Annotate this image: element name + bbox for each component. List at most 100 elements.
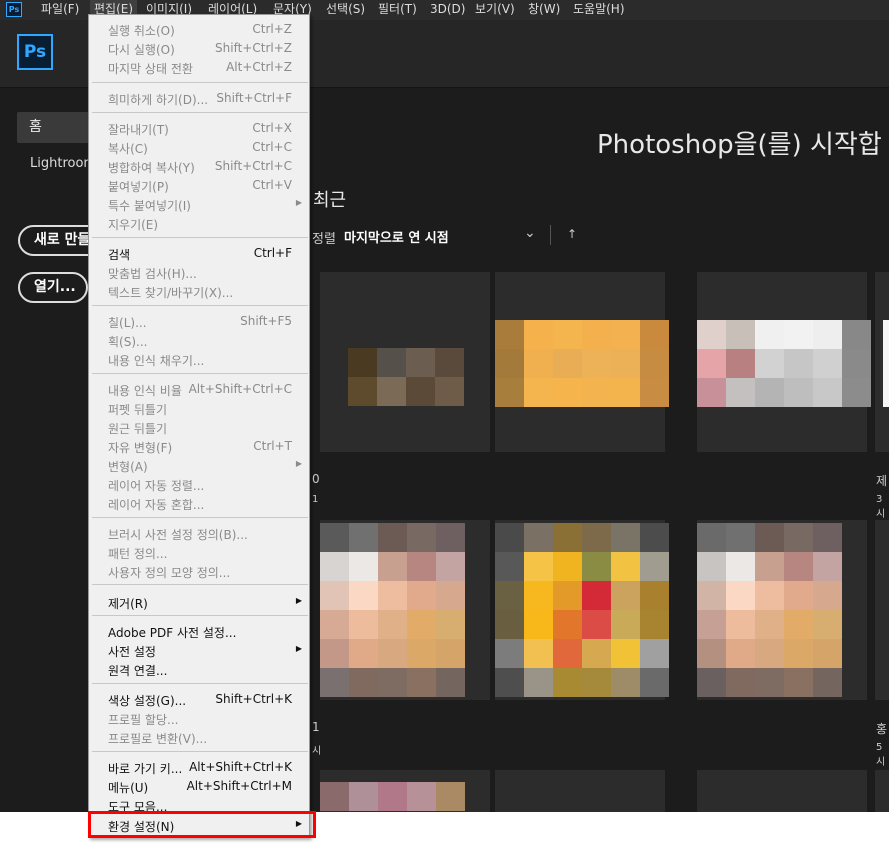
menu-item-label: 칠(L)... <box>108 316 147 330</box>
menu-item[interactable]: 붙여넣기(P) Ctrl+V <box>89 176 309 195</box>
photoshop-logo-icon: Ps <box>17 34 53 70</box>
menu-filter[interactable]: 필터(T) <box>378 0 417 20</box>
menu-item[interactable]: 브러시 사전 설정 정의(B)... <box>89 524 309 543</box>
divider <box>550 225 551 245</box>
menu-item[interactable]: 퍼펫 뒤틀기 <box>89 399 309 418</box>
menu-select[interactable]: 선택(S) <box>326 0 365 20</box>
menu-item-label: 내용 인식 채우기... <box>108 354 205 368</box>
open-file-button[interactable]: 열기... <box>18 272 88 303</box>
menu-item[interactable]: 레이어 자동 혼합... <box>89 494 309 513</box>
menu-item-label: 특수 붙여넣기(I) <box>108 199 191 213</box>
menu-item-label: 프로필 할당... <box>108 713 179 727</box>
recent-file-thumbnail[interactable] <box>495 272 669 452</box>
menu-item[interactable]: 레이어 자동 정렬... <box>89 475 309 494</box>
menu-item-shortcut: Alt+Shift+Ctrl+K <box>189 760 292 774</box>
file-name-label: 홍 <box>876 722 888 736</box>
menu-item-label: 패턴 정의... <box>108 547 168 561</box>
menu-item-label: 자유 변형(F) <box>108 441 173 455</box>
menu-item-label: 사용자 정의 모양 정의... <box>108 566 231 580</box>
menu-item[interactable]: 프로필로 변환(V)... <box>89 728 309 747</box>
menu-item-label: 마지막 상태 전환 <box>108 62 193 76</box>
recent-section-title: 최근 <box>313 190 347 211</box>
sort-dropdown[interactable]: 마지막으로 연 시점 <box>344 227 449 246</box>
menu-item-label: 텍스트 찾기/바꾸기(X)... <box>108 286 234 300</box>
recent-file-thumbnail[interactable] <box>697 770 867 812</box>
menu-item[interactable]: 내용 인식 비율 Alt+Shift+Ctrl+C <box>89 380 309 399</box>
menu-item[interactable]: 원격 연결... <box>89 660 309 679</box>
menu-item[interactable]: 칠(L)... Shift+F5 <box>89 312 309 331</box>
sidebar-item-lightroom[interactable]: Lightroom <box>30 156 96 171</box>
menu-item-label: 원격 연결... <box>108 664 168 678</box>
menu-item-shortcut: Shift+Ctrl+C <box>214 159 292 173</box>
menu-item[interactable]: 마지막 상태 전환 Alt+Ctrl+Z <box>89 58 309 77</box>
menu-item[interactable]: 잘라내기(T) Ctrl+X <box>89 119 309 138</box>
menu-item-label: Adobe PDF 사전 설정... <box>108 626 237 640</box>
menu-item-shortcut: Ctrl+V <box>252 178 292 192</box>
menu-item[interactable]: 병합하여 복사(Y) Shift+Ctrl+C <box>89 157 309 176</box>
menu-item-label: 내용 인식 비율 <box>108 384 182 398</box>
menu-3d[interactable]: 3D(D) <box>430 0 465 20</box>
menu-item[interactable]: 메뉴(U) Alt+Shift+Ctrl+M <box>89 777 309 796</box>
recent-file-thumbnail[interactable] <box>320 770 490 812</box>
menu-item[interactable]: 색상 설정(G)... Shift+Ctrl+K <box>89 690 309 709</box>
menu-item-shortcut: Ctrl+C <box>252 140 292 154</box>
menu-item-shortcut: Ctrl+T <box>253 439 292 453</box>
menu-item[interactable]: 맞춤법 검사(H)... <box>89 263 309 282</box>
menu-item-label: 바로 가기 키... <box>108 762 183 776</box>
recent-file-thumbnail[interactable] <box>495 520 669 700</box>
menu-item[interactable]: 자유 변형(F) Ctrl+T <box>89 437 309 456</box>
recent-file-thumbnail[interactable] <box>697 272 871 452</box>
menu-item[interactable]: 검색 Ctrl+F <box>89 244 309 263</box>
menu-item[interactable]: 사전 설정 ▶ <box>89 641 309 660</box>
menu-item-label: 레이어 자동 혼합... <box>108 498 205 512</box>
menu-view[interactable]: 보기(V) <box>475 0 515 20</box>
menu-item[interactable]: 제거(R) ▶ <box>89 593 309 612</box>
sidebar-item-home[interactable]: 홈 <box>17 112 97 143</box>
menu-item[interactable]: 사용자 정의 모양 정의... <box>89 562 309 581</box>
menu-separator <box>92 237 308 238</box>
menu-item-shortcut: Ctrl+Z <box>252 22 292 36</box>
recent-file-thumbnail[interactable] <box>320 520 490 700</box>
menu-item-shortcut: Shift+Ctrl+F <box>216 91 292 105</box>
recent-file-thumbnail[interactable] <box>697 520 867 700</box>
recent-file-thumbnail[interactable] <box>875 272 889 452</box>
recent-file-thumbnail[interactable] <box>320 272 490 452</box>
recent-file-thumbnail[interactable] <box>875 770 889 812</box>
edit-menu-dropdown: 실행 취소(O) Ctrl+Z 다시 실행(O) Shift+Ctrl+Z 마지막 상태… <box>88 14 310 838</box>
menu-item-label: 맞춤법 검사(H)... <box>108 267 197 281</box>
menu-item[interactable]: 다시 실행(O) Shift+Ctrl+Z <box>89 39 309 58</box>
menu-item-label: 병합하여 복사(Y) <box>108 161 195 175</box>
sort-direction-arrow-icon[interactable]: ↑ <box>567 227 577 241</box>
menu-item-label: 메뉴(U) <box>108 781 149 795</box>
menu-separator <box>92 373 308 374</box>
file-name-label: 제 <box>876 474 888 488</box>
menu-item[interactable]: 복사(C) Ctrl+C <box>89 138 309 157</box>
menu-item[interactable]: Adobe PDF 사전 설정... <box>89 622 309 641</box>
menu-item[interactable]: 실행 취소(O) Ctrl+Z <box>89 20 309 39</box>
menu-item[interactable]: 희미하게 하기(D)... Shift+Ctrl+F <box>89 89 309 108</box>
menu-item[interactable]: 내용 인식 채우기... <box>89 350 309 369</box>
photoshop-app-icon: Ps <box>6 2 22 17</box>
recent-file-thumbnail[interactable] <box>495 770 665 812</box>
menu-item[interactable]: 프로필 할당... <box>89 709 309 728</box>
menu-item[interactable]: 텍스트 찾기/바꾸기(X)... <box>89 282 309 301</box>
menu-item[interactable]: 지우기(E) <box>89 214 309 233</box>
menu-item[interactable]: 원근 뒤틀기 <box>89 418 309 437</box>
menu-item-label: 사전 설정 <box>108 645 156 659</box>
menu-item-label: 획(S)... <box>108 335 148 349</box>
menu-separator <box>92 82 308 83</box>
menu-item[interactable]: 패턴 정의... <box>89 543 309 562</box>
submenu-arrow-icon: ▶ <box>295 198 302 207</box>
recent-file-thumbnail[interactable] <box>875 520 889 700</box>
chevron-down-icon[interactable]: ⌄ <box>524 225 536 241</box>
menu-item[interactable]: 특수 붙여넣기(I) ▶ <box>89 195 309 214</box>
menu-item-label: 브러시 사전 설정 정의(B)... <box>108 528 248 542</box>
menu-item[interactable]: 바로 가기 키... Alt+Shift+Ctrl+K <box>89 758 309 777</box>
menu-item[interactable]: 획(S)... <box>89 331 309 350</box>
menu-item-label: 변형(A) <box>108 460 148 474</box>
menu-window[interactable]: 창(W) <box>528 0 560 20</box>
menu-separator <box>92 615 308 616</box>
menu-item[interactable]: 변형(A) ▶ <box>89 456 309 475</box>
menu-file[interactable]: 파일(F) <box>41 0 79 20</box>
menu-help[interactable]: 도움말(H) <box>573 0 625 20</box>
